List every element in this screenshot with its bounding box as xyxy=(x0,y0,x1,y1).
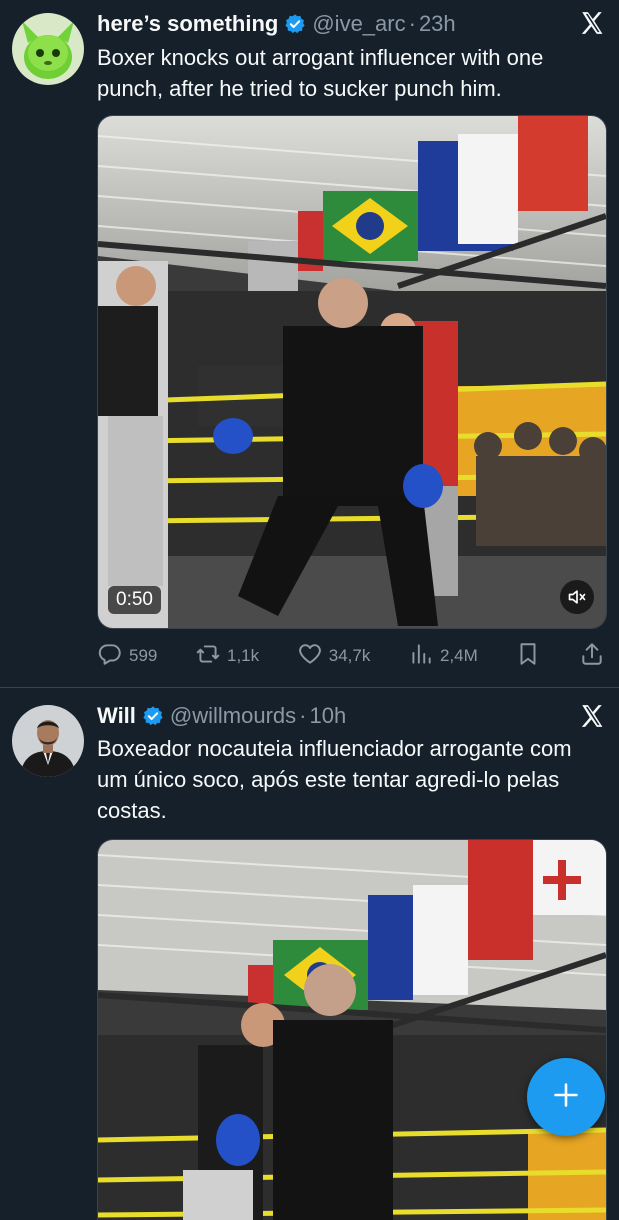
x-logo-icon xyxy=(579,10,605,36)
like-icon xyxy=(297,641,323,672)
tweet-text: Boxeador nocauteia influenciador arrogan… xyxy=(97,736,572,823)
tweet-2[interactable]: Will @willmourds · 10h Boxeador nocautei… xyxy=(0,688,619,1220)
views-count: 2,4M xyxy=(439,646,478,665)
x-logo-icon xyxy=(579,703,605,729)
tweet-1[interactable]: here’s something @ive_arc · 23h Boxer kn… xyxy=(0,0,619,686)
like-button[interactable]: 34,7k xyxy=(297,641,371,672)
verified-badge-icon xyxy=(142,705,164,727)
reply-button[interactable]: 599 xyxy=(97,641,157,672)
tweet-header: Will @willmourds · 10h xyxy=(97,701,559,731)
plus-icon xyxy=(552,1081,580,1114)
video-player[interactable] xyxy=(97,839,607,1220)
tweet-header: here’s something @ive_arc · 23h xyxy=(97,9,559,39)
tweet-actions: 599 1,1k 34,7k 2,4M xyxy=(97,641,605,671)
bookmark-button[interactable] xyxy=(515,641,541,672)
separator: · xyxy=(408,11,416,36)
video-frame xyxy=(98,840,606,1220)
display-name[interactable]: here’s something xyxy=(97,11,278,37)
tweet-text: Boxer knocks out arrogant influencer wit… xyxy=(97,45,544,101)
repost-count: 1,1k xyxy=(226,646,260,665)
timestamp[interactable]: 23h xyxy=(419,11,456,37)
repost-icon xyxy=(195,641,221,672)
handle[interactable]: @ive_arc xyxy=(312,11,405,37)
video-player[interactable]: 0:50 xyxy=(97,115,607,629)
compose-button[interactable] xyxy=(527,1058,605,1136)
video-frame xyxy=(98,116,606,628)
views-icon xyxy=(408,641,434,672)
verified-badge-icon xyxy=(284,13,306,35)
reply-count: 599 xyxy=(129,646,158,665)
separator: · xyxy=(299,703,307,728)
share-button[interactable] xyxy=(579,641,605,672)
reply-icon xyxy=(97,641,123,672)
avatar-willmourds[interactable] xyxy=(12,705,84,777)
bookmark-icon xyxy=(515,641,541,672)
video-duration: 0:50 xyxy=(108,586,161,614)
like-count: 34,7k xyxy=(328,646,371,665)
views-button[interactable]: 2,4M xyxy=(408,641,478,672)
share-icon xyxy=(579,641,605,672)
timestamp[interactable]: 10h xyxy=(310,703,347,729)
display-name[interactable]: Will xyxy=(97,703,136,729)
avatar-ive-arc[interactable] xyxy=(12,13,84,85)
repost-button[interactable]: 1,1k xyxy=(195,641,259,672)
mute-icon[interactable] xyxy=(560,580,594,614)
handle[interactable]: @willmourds xyxy=(170,703,296,729)
